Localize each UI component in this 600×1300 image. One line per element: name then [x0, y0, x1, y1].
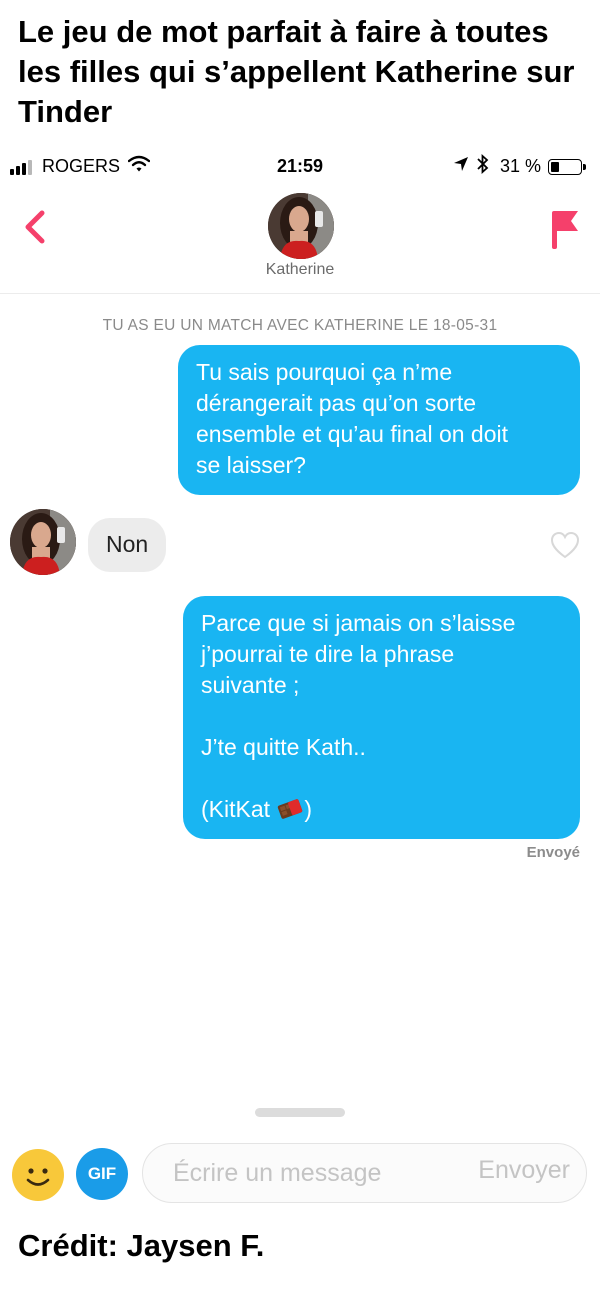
flag-icon [552, 211, 578, 249]
back-button[interactable] [18, 207, 54, 247]
match-notice: TU AS EU UN MATCH AVEC KATHERINE LE 18-0… [102, 317, 498, 334]
report-button[interactable] [546, 207, 582, 251]
send-button[interactable]: Envoyer [478, 1156, 570, 1185]
message-line: J’te quitte Kath.. [201, 734, 366, 760]
chat-header: Katherine [0, 189, 600, 294]
chevron-left-icon [25, 210, 45, 244]
heart-icon [550, 531, 580, 559]
like-button[interactable] [550, 531, 580, 559]
bluetooth-icon [476, 153, 490, 179]
message-line: Tu sais pourquoi ça n’me [196, 359, 453, 385]
outgoing-message[interactable]: Tu sais pourquoi ça n’me dérangerait pas… [178, 345, 580, 495]
profile-photo [268, 193, 334, 259]
message-line: j’pourrai te dire la phrase [201, 641, 455, 667]
battery-level-fill [551, 162, 559, 172]
incoming-message[interactable]: Non [88, 518, 167, 572]
emoji-button[interactable] [12, 1149, 64, 1201]
message-composer: Envoyer [142, 1143, 587, 1203]
message-line: (KitKat ) [201, 794, 562, 825]
location-arrow-icon [452, 155, 470, 178]
delivery-status: Envoyé [526, 844, 580, 861]
credit-line: Crédit: Jaysen F. [18, 1228, 265, 1263]
message-input[interactable] [171, 1155, 445, 1191]
drag-handle[interactable] [255, 1108, 345, 1117]
message-line: Parce que si jamais on s’laisse [201, 610, 516, 636]
outgoing-message[interactable]: Parce que si jamais on s’laisse j’pourra… [183, 596, 580, 839]
message-line: se laisser? [196, 452, 306, 478]
profile-photo [10, 509, 76, 575]
battery-icon [548, 159, 586, 175]
message-line: ensemble et qu’au final on doit [196, 421, 508, 447]
message-text: (KitKat [201, 796, 271, 822]
status-bar: ROGERS 21:59 31 % [0, 145, 600, 189]
gif-button[interactable]: GIF [76, 1148, 128, 1200]
match-name[interactable]: Katherine [0, 261, 600, 279]
sender-avatar[interactable] [10, 509, 76, 575]
meme-caption: Le jeu de mot parfait à faire à toutes l… [18, 14, 575, 129]
chocolate-bar-emoji-icon [278, 799, 303, 819]
message-text: ) [304, 796, 313, 822]
phone-screen: ROGERS 21:59 31 % Katherine TU AS EU UN … [0, 145, 600, 1210]
match-avatar[interactable] [268, 193, 334, 259]
message-line: dérangerait pas qu’on sorte [196, 390, 477, 416]
smiley-icon [26, 1168, 50, 1186]
battery-percent: 31 % [500, 156, 542, 176]
message-line: suivante ; [201, 672, 300, 698]
